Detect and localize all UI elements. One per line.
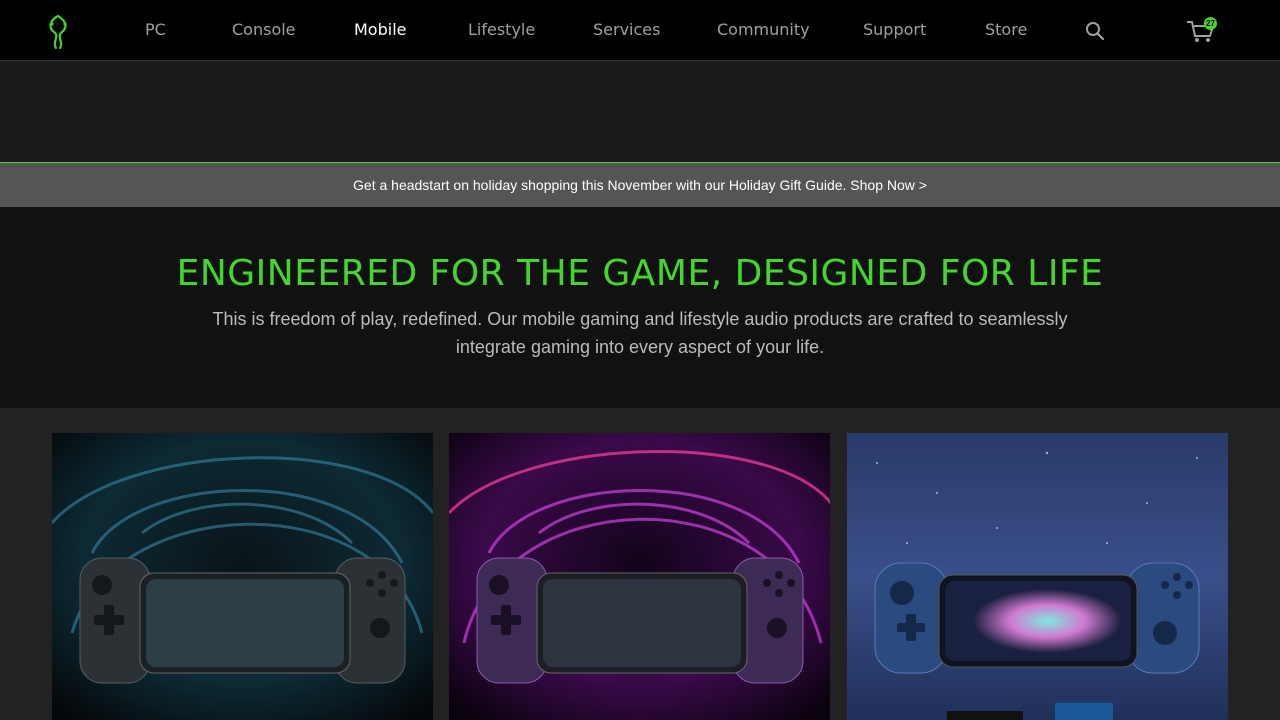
intro-description: This is freedom of play, redefined. Our … (212, 309, 1068, 357)
search-icon[interactable] (1085, 21, 1105, 41)
nav-item-community[interactable]: Community (717, 0, 810, 60)
product-grid (0, 408, 1280, 720)
nav-item-store[interactable]: Store (985, 0, 1027, 60)
product-image (847, 433, 1228, 720)
product-card-kishi-purple[interactable] (449, 433, 830, 720)
controller-black (79, 557, 406, 684)
product-image (449, 433, 830, 720)
page-title: ENGINEERED FOR THE GAME, DESIGNED FOR LI… (176, 253, 1104, 294)
award-badge-left (947, 711, 1023, 720)
intro-section: ENGINEERED FOR THE GAME, DESIGNED FOR LI… (0, 207, 1280, 408)
hero-banner (0, 61, 1280, 162)
top-navigation: PC Console Mobile Lifestyle Services Com… (0, 0, 1280, 61)
razer-logo-icon[interactable] (38, 12, 78, 52)
nav-item-services[interactable]: Services (593, 0, 660, 60)
award-badge-right (1055, 703, 1113, 720)
nav-item-console[interactable]: Console (232, 0, 296, 60)
product-image (52, 433, 433, 720)
product-card-kishi-blue[interactable] (847, 433, 1228, 720)
cart-count-badge: 27 (1204, 17, 1217, 30)
controller-purple (476, 557, 804, 684)
nav-item-support[interactable]: Support (863, 0, 926, 60)
nav-item-pc[interactable]: PC (145, 0, 166, 60)
nav-item-mobile[interactable]: Mobile (354, 0, 406, 60)
promo-banner[interactable]: Get a headstart on holiday shopping this… (0, 162, 1280, 208)
controller-blue (874, 562, 1200, 674)
nav-item-lifestyle[interactable]: Lifestyle (468, 0, 535, 60)
product-card-kishi-black[interactable] (52, 433, 433, 720)
